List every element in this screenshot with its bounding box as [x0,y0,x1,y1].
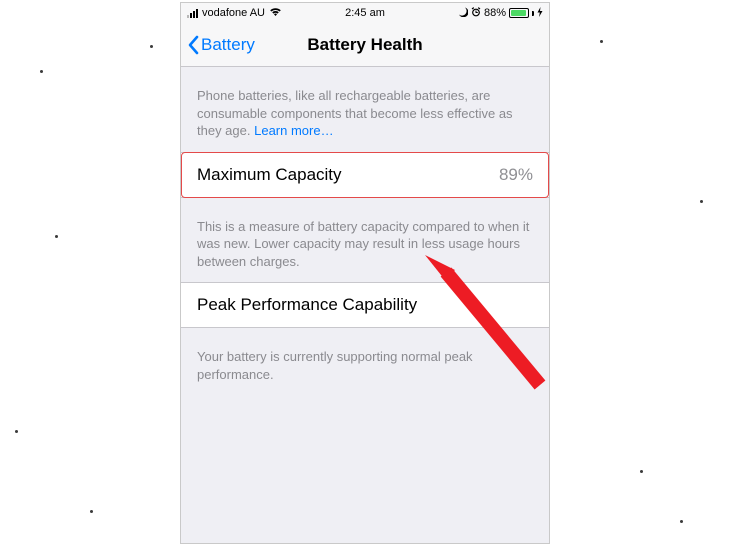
speckle [600,40,603,43]
peak-performance-label: Peak Performance Capability [197,295,417,315]
speckle [680,520,683,523]
battery-icon [509,8,529,18]
peak-performance-row[interactable]: Peak Performance Capability [181,282,549,328]
iphone-settings-screen: vodafone AU 2:45 am 88% B [180,2,550,544]
intro-description: Phone batteries, like all rechargeable b… [181,67,549,152]
intro-text: Phone batteries, like all rechargeable b… [197,88,513,138]
maximum-capacity-value: 89% [499,165,533,185]
speckle [55,235,58,238]
learn-more-link[interactable]: Learn more… [254,123,333,138]
speckle [700,200,703,203]
nav-bar: Battery Battery Health [181,23,549,67]
maximum-capacity-row[interactable]: Maximum Capacity 89% [181,152,549,198]
maximum-capacity-label: Maximum Capacity [197,165,342,185]
speckle [40,70,43,73]
peak-performance-description: Your battery is currently supporting nor… [181,328,549,395]
capacity-description: This is a measure of battery capacity co… [181,198,549,283]
status-time: 2:45 am [181,7,549,19]
scroll-area[interactable]: Phone batteries, like all rechargeable b… [181,67,549,543]
speckle [640,470,643,473]
speckle [15,430,18,433]
page-title: Battery Health [181,35,549,55]
status-bar: vodafone AU 2:45 am 88% [181,3,549,23]
speckle [150,45,153,48]
speckle [90,510,93,513]
